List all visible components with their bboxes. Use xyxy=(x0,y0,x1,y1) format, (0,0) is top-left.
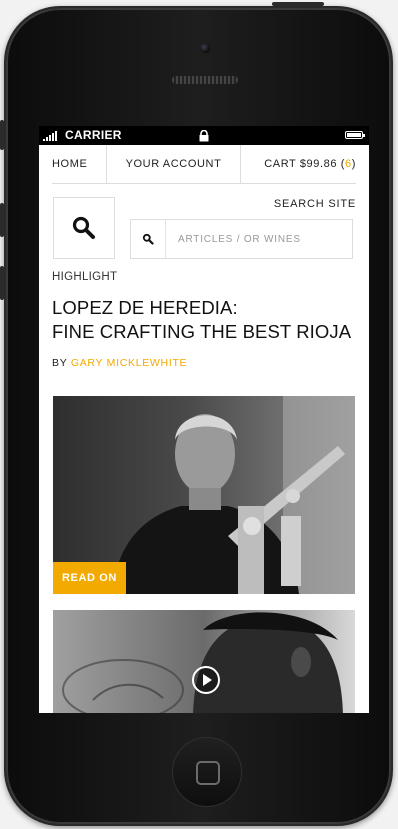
front-camera xyxy=(200,43,210,53)
carrier-name: CARRIER xyxy=(65,128,122,142)
app-screen: CARRIER HOME YOUR ACCOUNT CART $99.86 (6… xyxy=(39,126,369,713)
status-bar: CARRIER xyxy=(39,126,369,145)
author-link[interactable]: GARY MICKLEWHITE xyxy=(71,357,187,369)
volume-up-button xyxy=(0,203,4,237)
mute-switch xyxy=(0,120,4,150)
home-square-icon xyxy=(196,761,220,785)
article-title-line-2: FINE CRAFTING THE BEST RIOJA xyxy=(52,321,352,342)
cart-label: CART $99.86 ( xyxy=(264,158,346,170)
search-toggle-button[interactable] xyxy=(53,197,115,259)
battery-icon xyxy=(345,131,365,139)
read-on-button[interactable]: READ ON xyxy=(53,562,126,594)
nav-cart-link[interactable]: CART $99.86 (6) xyxy=(241,145,356,183)
lock-icon xyxy=(199,130,209,142)
search-small-icon xyxy=(131,220,166,258)
search-icon xyxy=(72,216,95,239)
earpiece-speaker xyxy=(172,76,238,84)
home-button[interactable] xyxy=(172,737,242,807)
search-placeholder: ARTICLES / OR WINES xyxy=(178,233,301,245)
nav-account-link[interactable]: YOUR ACCOUNT xyxy=(107,145,241,183)
article-byline: BY GARY MICKLEWHITE xyxy=(52,357,356,369)
video-still xyxy=(53,610,355,713)
search-input[interactable]: ARTICLES / OR WINES xyxy=(130,219,353,259)
power-button xyxy=(272,2,324,6)
article-title-line-1: LOPEZ DE HEREDIA: xyxy=(52,297,238,318)
section-label: HIGHLIGHT xyxy=(52,271,118,283)
article-title[interactable]: LOPEZ DE HEREDIA: FINE CRAFTING THE BEST… xyxy=(52,296,356,344)
play-icon[interactable] xyxy=(192,666,220,694)
signal-bars-icon xyxy=(43,131,57,141)
cart-suffix: ) xyxy=(351,158,356,170)
search-section: SEARCH SITE ARTICLES / OR WINES xyxy=(52,184,356,259)
search-site-label: SEARCH SITE xyxy=(273,198,356,210)
top-navigation: HOME YOUR ACCOUNT CART $99.86 (6) xyxy=(52,145,356,184)
byline-prefix: BY xyxy=(52,357,68,369)
nav-home-link[interactable]: HOME xyxy=(52,145,107,183)
video-thumbnail[interactable] xyxy=(53,610,355,713)
article-image[interactable]: READ ON xyxy=(53,396,355,594)
cart-count: 6 xyxy=(345,158,352,170)
volume-down-button xyxy=(0,266,4,300)
